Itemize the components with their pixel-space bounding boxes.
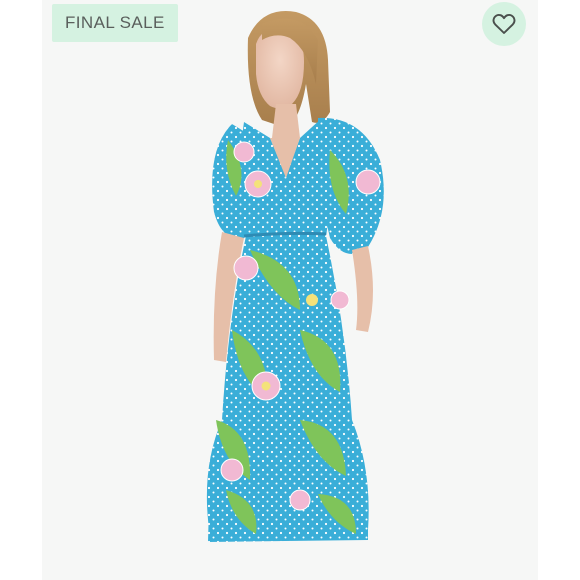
final-sale-badge: FINAL SALE: [52, 4, 178, 42]
dress-model-illustration: [206, 11, 384, 542]
heart-outline-icon: [492, 13, 516, 34]
right-white-margin: [538, 0, 580, 580]
product-photo: [0, 0, 580, 580]
final-sale-label: FINAL SALE: [65, 13, 165, 32]
listing-photo-screen: FINAL SALE: [0, 0, 580, 580]
left-white-margin: [0, 0, 42, 580]
like-button[interactable]: [482, 2, 526, 46]
